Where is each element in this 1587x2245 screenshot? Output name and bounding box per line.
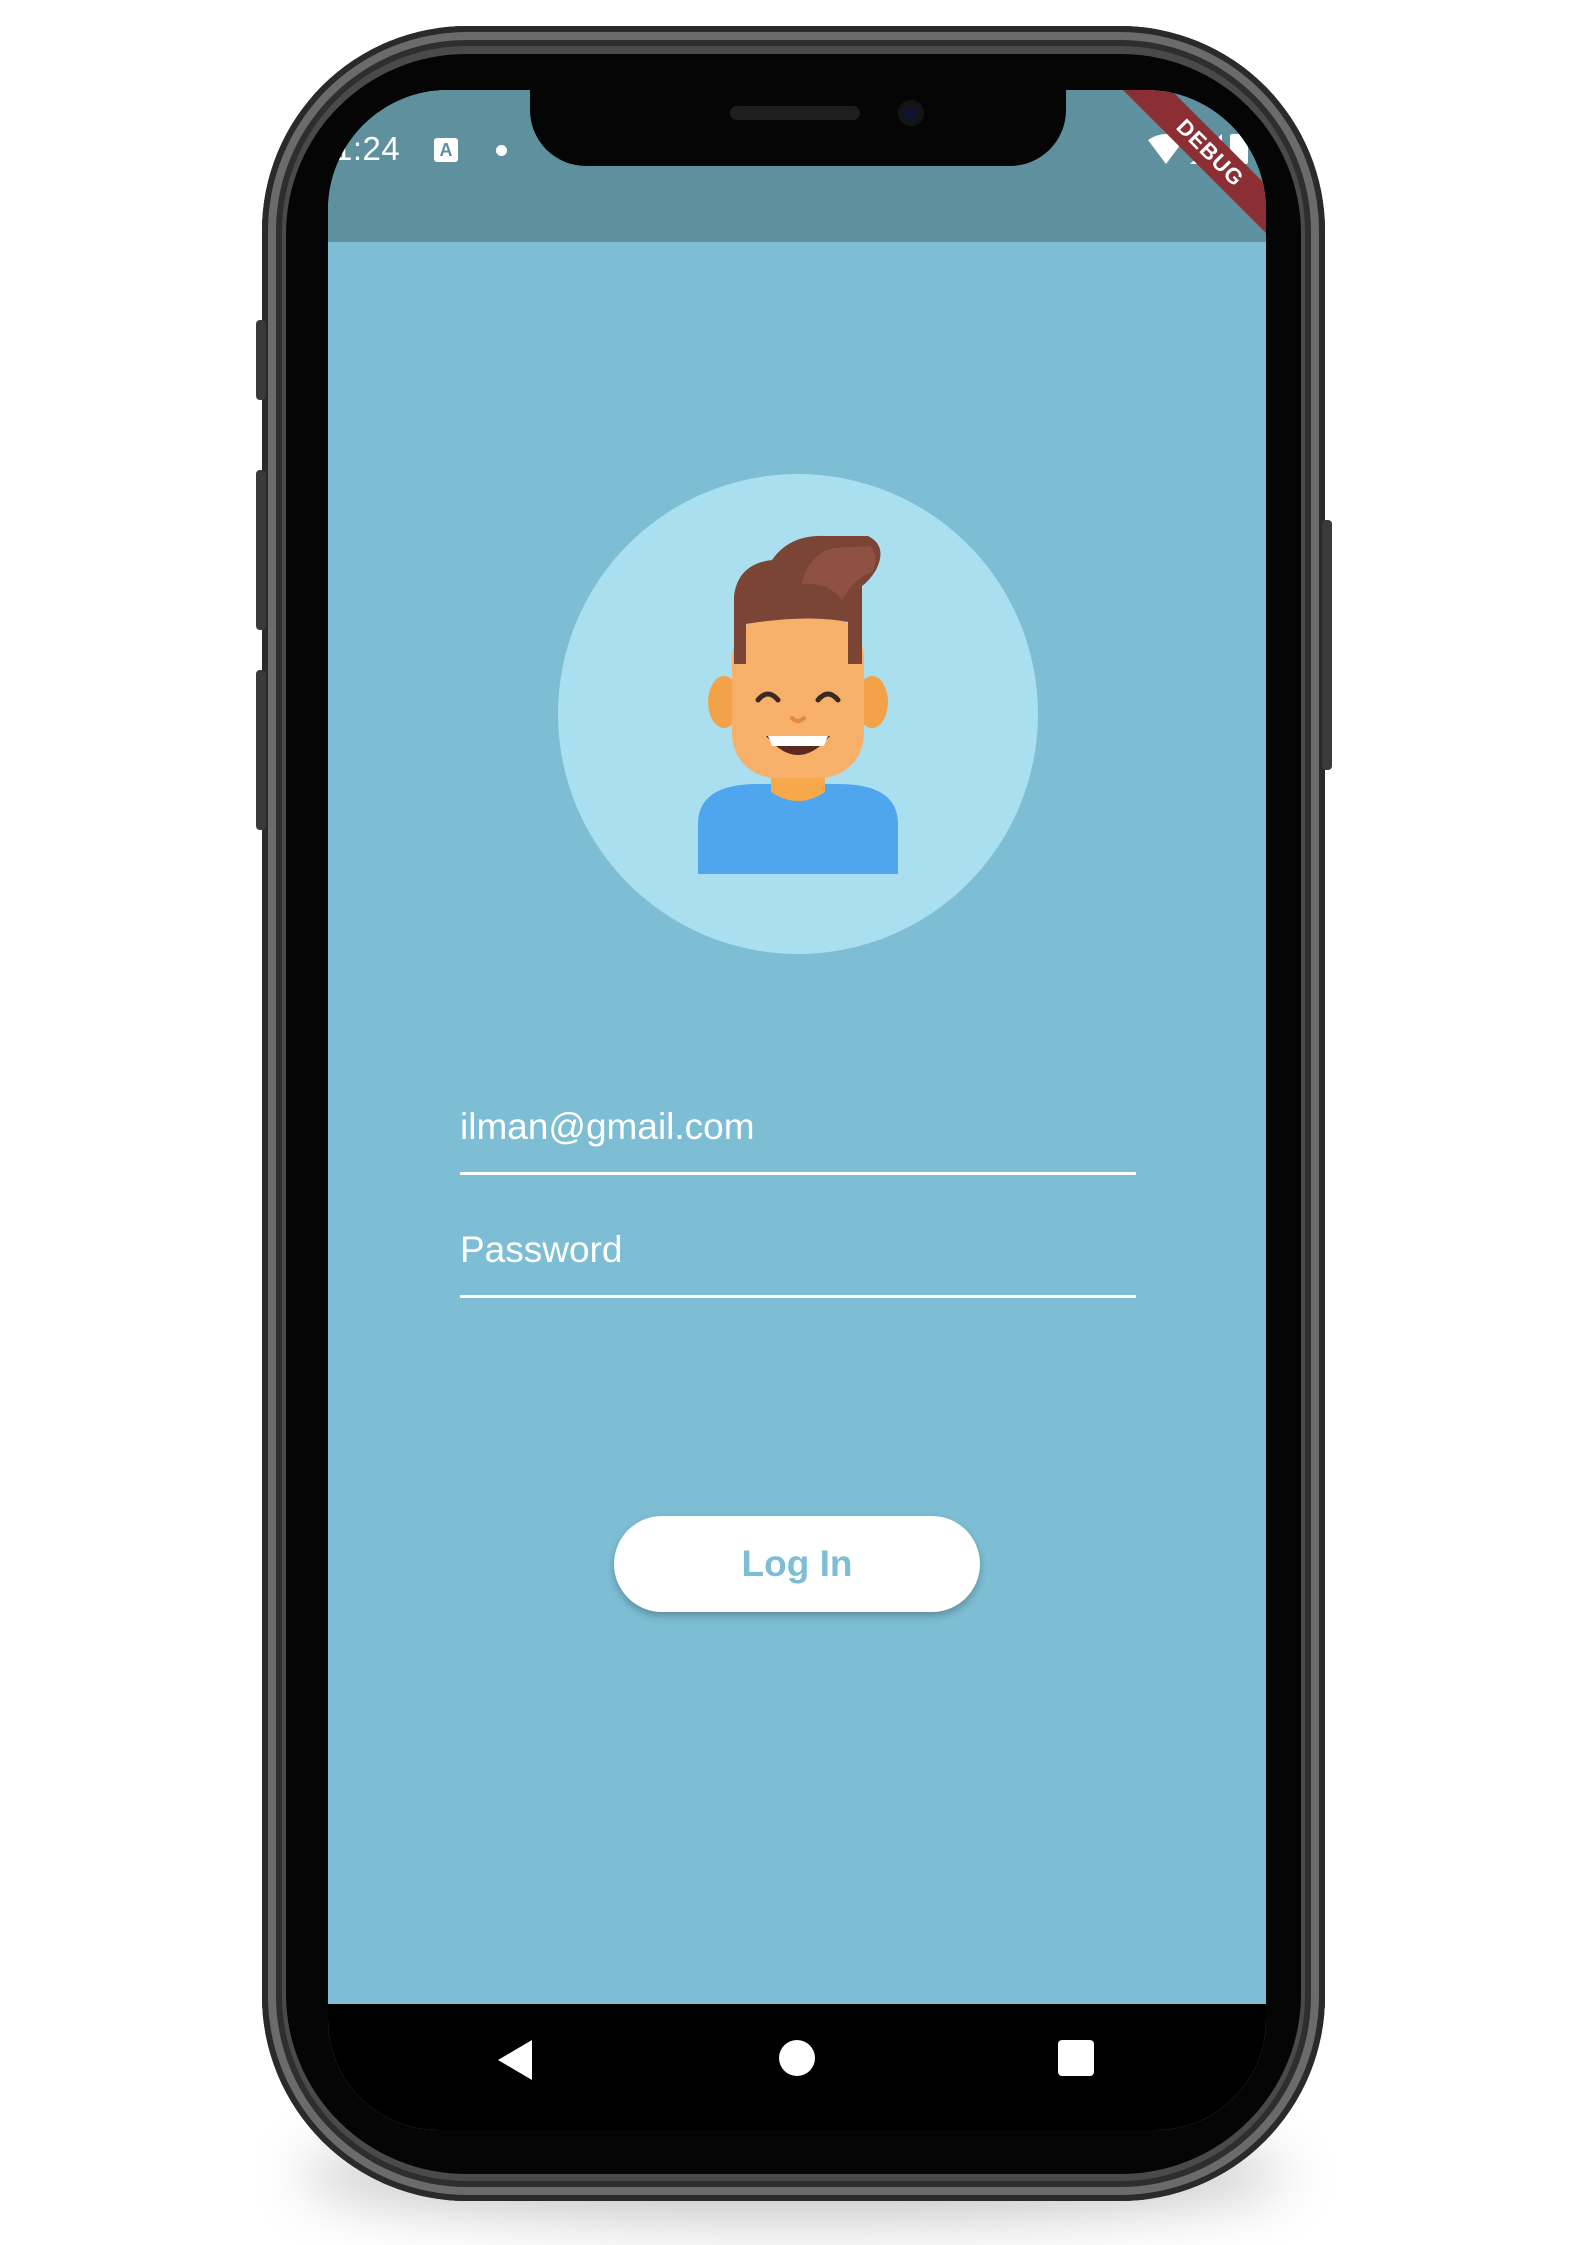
smiling-man-avatar-icon	[698, 535, 898, 874]
phone-notch	[530, 80, 1066, 166]
volume-down-button	[256, 670, 266, 830]
login-button[interactable]: Log In	[614, 1516, 980, 1612]
android-nav-bar	[328, 2004, 1266, 2130]
volume-up-button	[256, 470, 266, 630]
notification-a-icon: A	[434, 138, 458, 162]
front-camera	[898, 100, 924, 126]
back-triangle-icon[interactable]	[496, 2038, 536, 2082]
email-field[interactable]: ilman@gmail.com	[460, 1102, 1136, 1175]
email-value: ilman@gmail.com	[460, 1106, 755, 1147]
recents-square-icon[interactable]	[1058, 2040, 1094, 2076]
notification-dot-icon	[496, 145, 507, 156]
home-circle-icon[interactable]	[779, 2040, 815, 2076]
volume-silent-switch	[256, 320, 266, 400]
earpiece-speaker	[730, 106, 860, 120]
avatar-circle	[558, 474, 1038, 954]
power-button	[1322, 520, 1332, 770]
status-time: 1:24	[334, 130, 401, 167]
password-field[interactable]: Password	[460, 1225, 1136, 1298]
password-placeholder: Password	[460, 1229, 623, 1270]
app-screen: 1:24 A DEBUG ilman@gmail.com Password Lo…	[328, 90, 1266, 2130]
